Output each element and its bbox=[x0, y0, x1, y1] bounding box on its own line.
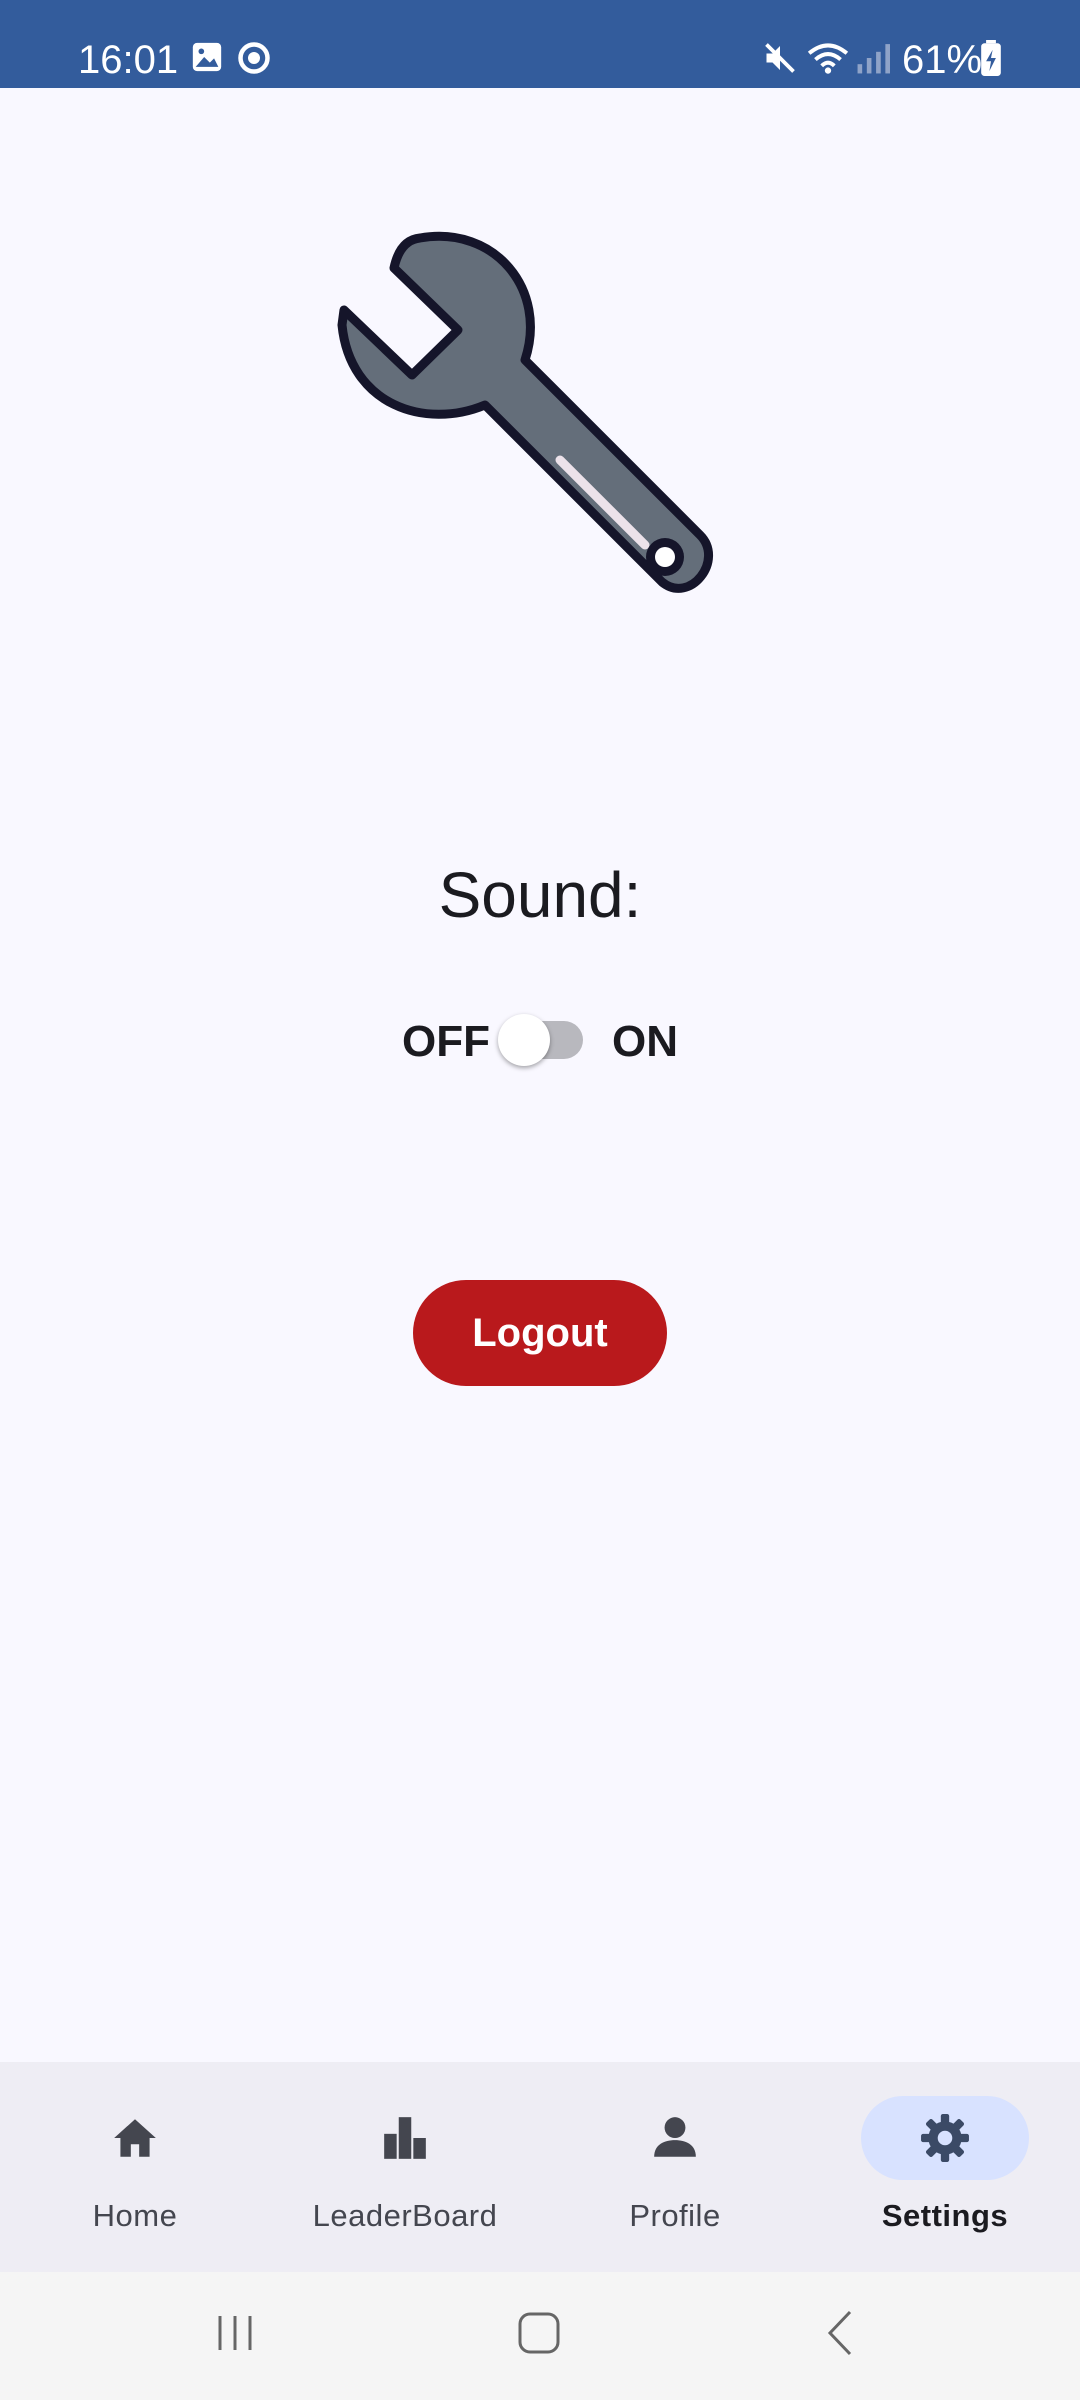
nav-label-profile: Profile bbox=[629, 2198, 721, 2233]
leaderboard-icon bbox=[384, 2117, 426, 2159]
profile-icon bbox=[654, 2117, 696, 2157]
signal-icon bbox=[857, 44, 890, 74]
battery-icon bbox=[981, 40, 1001, 76]
home-button-icon[interactable] bbox=[514, 2308, 564, 2358]
nav-item-profile[interactable]: Profile bbox=[540, 2062, 810, 2272]
sound-toggle-row: OFF ON bbox=[0, 1005, 1080, 1075]
nav-label-home: Home bbox=[92, 2198, 178, 2233]
toggle-on-label: ON bbox=[612, 1017, 678, 1066]
nav-item-settings[interactable]: Settings bbox=[810, 2062, 1080, 2272]
home-icon bbox=[114, 2119, 156, 2157]
sound-toggle-thumb[interactable] bbox=[498, 1014, 550, 1066]
bottom-navigation: Home LeaderBoard Profile Settings bbox=[0, 2062, 1080, 2272]
toggle-off-label: OFF bbox=[402, 1017, 490, 1066]
recent-apps-icon[interactable] bbox=[210, 2308, 260, 2358]
battery-percentage: 61% bbox=[902, 38, 983, 82]
gallery-icon bbox=[192, 42, 222, 72]
logout-button[interactable]: Logout bbox=[413, 1280, 667, 1386]
sound-label: Sound: bbox=[438, 859, 642, 931]
back-icon[interactable] bbox=[816, 2308, 866, 2358]
status-bar: 16:01 61% bbox=[0, 0, 1080, 88]
nav-label-settings: Settings bbox=[881, 2198, 1009, 2233]
status-time: 16:01 bbox=[78, 38, 179, 82]
wrench-icon bbox=[337, 231, 714, 593]
nav-item-leaderboard[interactable]: LeaderBoard bbox=[270, 2062, 540, 2272]
system-navigation-bar bbox=[0, 2272, 1080, 2400]
settings-icon bbox=[921, 2114, 969, 2162]
mute-icon bbox=[765, 43, 795, 73]
nav-label-leaderboard: LeaderBoard bbox=[312, 2198, 498, 2233]
sync-icon bbox=[238, 42, 270, 74]
nav-item-home[interactable]: Home bbox=[0, 2062, 270, 2272]
wifi-icon bbox=[807, 43, 849, 74]
